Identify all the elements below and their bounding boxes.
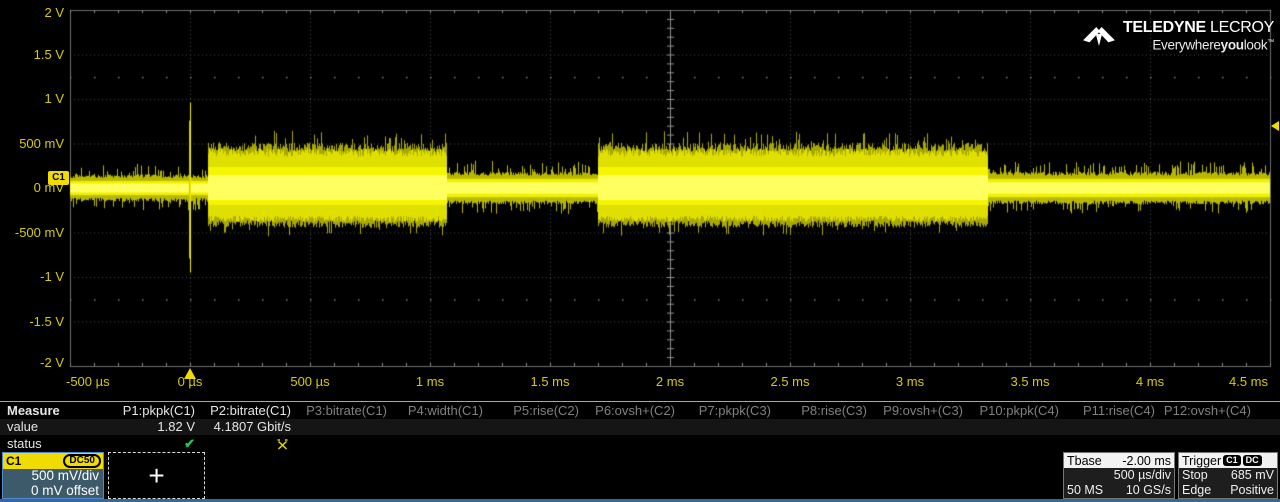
x-axis-label: 2.5 ms <box>740 375 840 389</box>
y-axis-label: 500 mV <box>0 137 64 151</box>
trigger-coupling-badge: DC <box>1243 455 1262 466</box>
status-ok-icon: ✔ <box>184 436 195 451</box>
measure-header-row: Measure P1:pkpk(C1) P2:bitrate(C1) P3:bi… <box>0 403 1280 419</box>
trigger-slope: Positive <box>1230 483 1274 498</box>
measure-status-row: status ✔ <box>0 436 1280 451</box>
trigger-source-badge: C1 <box>1223 455 1241 466</box>
timebase-delay: -2.00 ms <box>1122 454 1171 468</box>
timebase-scale: 500 µs/div <box>1114 468 1171 483</box>
x-axis-label: 3.5 ms <box>980 375 1080 389</box>
y-axis-label: 2 V <box>0 6 64 20</box>
y-axis-label: 1.5 V <box>0 48 64 62</box>
measure-column-p2[interactable]: P2:bitrate(C1) <box>195 403 291 419</box>
measure-value-row: value 1.82 V 4.1807 Gbit/s <box>0 419 1280 435</box>
measure-column-p3[interactable]: P3:bitrate(C1) <box>291 403 387 419</box>
channel-name: C1 <box>6 454 21 468</box>
brand-name: TELEDYNE LECROY <box>1123 19 1274 36</box>
measure-value-label: value <box>0 419 99 435</box>
trigger-box[interactable]: Trigger C1 DC Stop 685 mV Edge Positive <box>1178 452 1278 499</box>
measure-column-p5[interactable]: P5:rise(C2) <box>483 403 579 419</box>
measure-column-p6[interactable]: P6:ovsh+(C2) <box>579 403 675 419</box>
x-axis-label: 1.5 ms <box>500 375 600 389</box>
x-axis-label: 3 ms <box>860 375 960 389</box>
channel-offset: 0 mV offset <box>3 484 103 499</box>
timebase-samples: 50 MS <box>1067 483 1103 498</box>
brand-logo: TELEDYNE LECROY Everywhereyoulook™ <box>1082 13 1274 59</box>
channel-scale: 500 mV/div <box>3 469 103 484</box>
waveform-display[interactable] <box>0 0 1280 400</box>
measure-title: Measure <box>0 403 99 419</box>
measure-column-p12[interactable]: P12:ovsh+(C4) <box>1155 403 1251 419</box>
timebase-header: Tbase -2.00 ms <box>1064 453 1174 468</box>
measure-column-p8[interactable]: P8:rise(C3) <box>771 403 867 419</box>
y-axis-label: -1.5 V <box>0 315 64 329</box>
trigger-level-marker[interactable] <box>1271 121 1279 131</box>
y-axis-label: -1 V <box>0 270 64 284</box>
timebase-box[interactable]: Tbase -2.00 ms 500 µs/div 50 MS 10 GS/s <box>1063 452 1175 499</box>
trigger-label: Trigger <box>1182 454 1221 468</box>
measure-column-p9[interactable]: P9:ovsh+(C3) <box>867 403 963 419</box>
measure-column-p10[interactable]: P10:pkpk(C4) <box>963 403 1059 419</box>
channel-zero-marker[interactable]: C1 <box>48 171 69 185</box>
measure-column-p7[interactable]: P7:pkpk(C3) <box>675 403 771 419</box>
x-axis-label: 1 ms <box>380 375 480 389</box>
timebase-rate: 10 GS/s <box>1126 483 1171 498</box>
coupling-badge[interactable]: DC50 <box>63 454 101 468</box>
oscilloscope-screen: 2 V 1.5 V 1 V 500 mV 0 mV -500 mV -1 V -… <box>0 0 1280 502</box>
trigger-time-marker[interactable] <box>184 368 196 379</box>
trigger-mode: Stop <box>1182 468 1208 483</box>
measure-value-p1: 1.82 V <box>99 419 195 435</box>
measure-column-p1[interactable]: P1:pkpk(C1) <box>99 403 195 419</box>
y-axis-label: -2 V <box>0 356 64 370</box>
measure-status-label: status <box>0 436 99 451</box>
y-axis-label: 1 V <box>0 92 64 106</box>
measure-column-p4[interactable]: P4:width(C1) <box>387 403 483 419</box>
x-axis-label: 500 µs <box>260 375 360 389</box>
add-channel-box[interactable]: + <box>108 452 205 499</box>
y-axis-label: -500 mV <box>0 226 64 240</box>
plus-icon: + <box>148 462 164 490</box>
trigger-header: Trigger C1 DC <box>1179 453 1277 468</box>
channel-c1-header[interactable]: C1 DC50 <box>3 453 103 469</box>
x-axis-label: 4.5 ms <box>1168 375 1268 389</box>
measure-column-p11[interactable]: P11:rise(C4) <box>1059 403 1155 419</box>
status-armed-icon <box>276 438 289 451</box>
trigger-type: Edge <box>1182 483 1211 498</box>
timebase-label: Tbase <box>1067 454 1102 468</box>
trigger-level: 685 mV <box>1231 468 1274 483</box>
teledyne-logo-icon <box>1082 20 1116 52</box>
channel-c1-box[interactable]: C1 DC50 500 mV/div 0 mV offset <box>2 452 104 499</box>
measure-value-p2: 4.1807 Gbit/s <box>195 419 291 435</box>
brand-tagline: Everywhereyoulook™ <box>1152 36 1274 53</box>
x-axis-label: 2 ms <box>620 375 720 389</box>
measure-separator <box>0 401 1280 402</box>
